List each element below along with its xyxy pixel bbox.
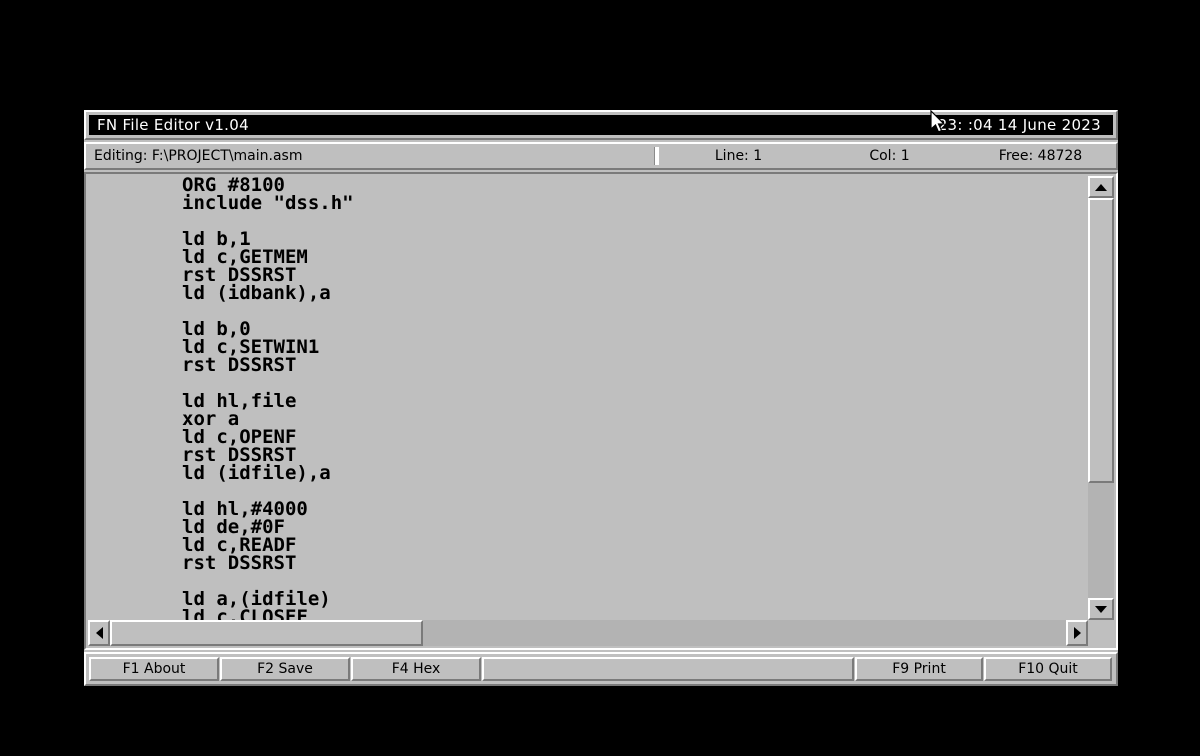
source-code-text[interactable]: ORG #8100 include "dss.h" ld b,1 ld c,GETM…: [182, 176, 1062, 620]
triangle-down-icon: [1095, 605, 1107, 613]
code-line: rst DSSRST: [182, 354, 297, 376]
scroll-right-button[interactable]: [1066, 620, 1088, 646]
file-editor-window: FN File Editor v1.04 23: :04 14 June 202…: [84, 110, 1118, 686]
code-line: ld hl,file: [182, 390, 297, 412]
vertical-scroll-thumb[interactable]: [1088, 198, 1114, 483]
status-free-memory: Free: 48728: [998, 148, 1083, 164]
triangle-right-icon: [1073, 627, 1081, 639]
fnkey-f1-about[interactable]: F1 About: [89, 657, 219, 681]
code-line: ld a,(idfile): [182, 588, 331, 610]
code-line: ld c,OPENF: [182, 426, 297, 448]
code-line: ld hl,#4000: [182, 498, 308, 520]
code-line: ld (idfile),a: [182, 462, 331, 484]
titlebar-content: FN File Editor v1.04 23: :04 14 June 202…: [89, 115, 1113, 135]
scroll-left-button[interactable]: [88, 620, 110, 646]
code-line: rst DSSRST: [182, 552, 297, 574]
fnkey-f4-hex[interactable]: F4 Hex: [351, 657, 481, 681]
desktop-backdrop: FN File Editor v1.04 23: :04 14 June 202…: [0, 0, 1200, 756]
horizontal-scroll-track[interactable]: [110, 620, 1066, 646]
triangle-up-icon: [1095, 183, 1107, 191]
vertical-scrollbar[interactable]: [1088, 176, 1114, 620]
status-divider: [654, 147, 659, 165]
function-key-bar: F1 About F2 Save F4 Hex F9 Print F10 Quit: [84, 652, 1118, 686]
code-line: xor a: [182, 408, 240, 430]
fnkey-f2-save[interactable]: F2 Save: [220, 657, 350, 681]
code-line: ld c,SETWIN1: [182, 336, 320, 358]
status-col-indicator: Col: 1: [869, 148, 910, 164]
titlebar-clock: 23: :04 14 June 2023: [937, 116, 1101, 134]
code-line: ld (idbank),a: [182, 282, 331, 304]
code-line: ld b,1: [182, 228, 251, 250]
code-line: ld c,READF: [182, 534, 297, 556]
fnkey-empty: [482, 657, 854, 681]
editor-area[interactable]: ORG #8100 include "dss.h" ld b,1 ld c,GETM…: [84, 172, 1118, 650]
code-line: ld de,#0F: [182, 516, 285, 538]
window-titlebar: FN File Editor v1.04 23: :04 14 June 202…: [84, 110, 1118, 140]
status-bar: Editing: F:\PROJECT\main.asm Line: 1 Col…: [84, 142, 1118, 170]
code-line: include "dss.h": [182, 192, 354, 214]
code-line: ld c,GETMEM: [182, 246, 308, 268]
window-title: FN File Editor v1.04: [97, 116, 249, 134]
vertical-scroll-track[interactable]: [1088, 198, 1114, 598]
status-line-indicator: Line: 1: [714, 148, 763, 164]
scroll-up-button[interactable]: [1088, 176, 1114, 198]
triangle-left-icon: [95, 627, 103, 639]
editing-filename: Editing: F:\PROJECT\main.asm: [94, 148, 303, 164]
fnkey-f10-quit[interactable]: F10 Quit: [984, 657, 1112, 681]
horizontal-scrollbar[interactable]: [88, 620, 1088, 646]
fnkey-f9-print[interactable]: F9 Print: [855, 657, 983, 681]
scroll-down-button[interactable]: [1088, 598, 1114, 620]
horizontal-scroll-thumb[interactable]: [110, 620, 423, 646]
